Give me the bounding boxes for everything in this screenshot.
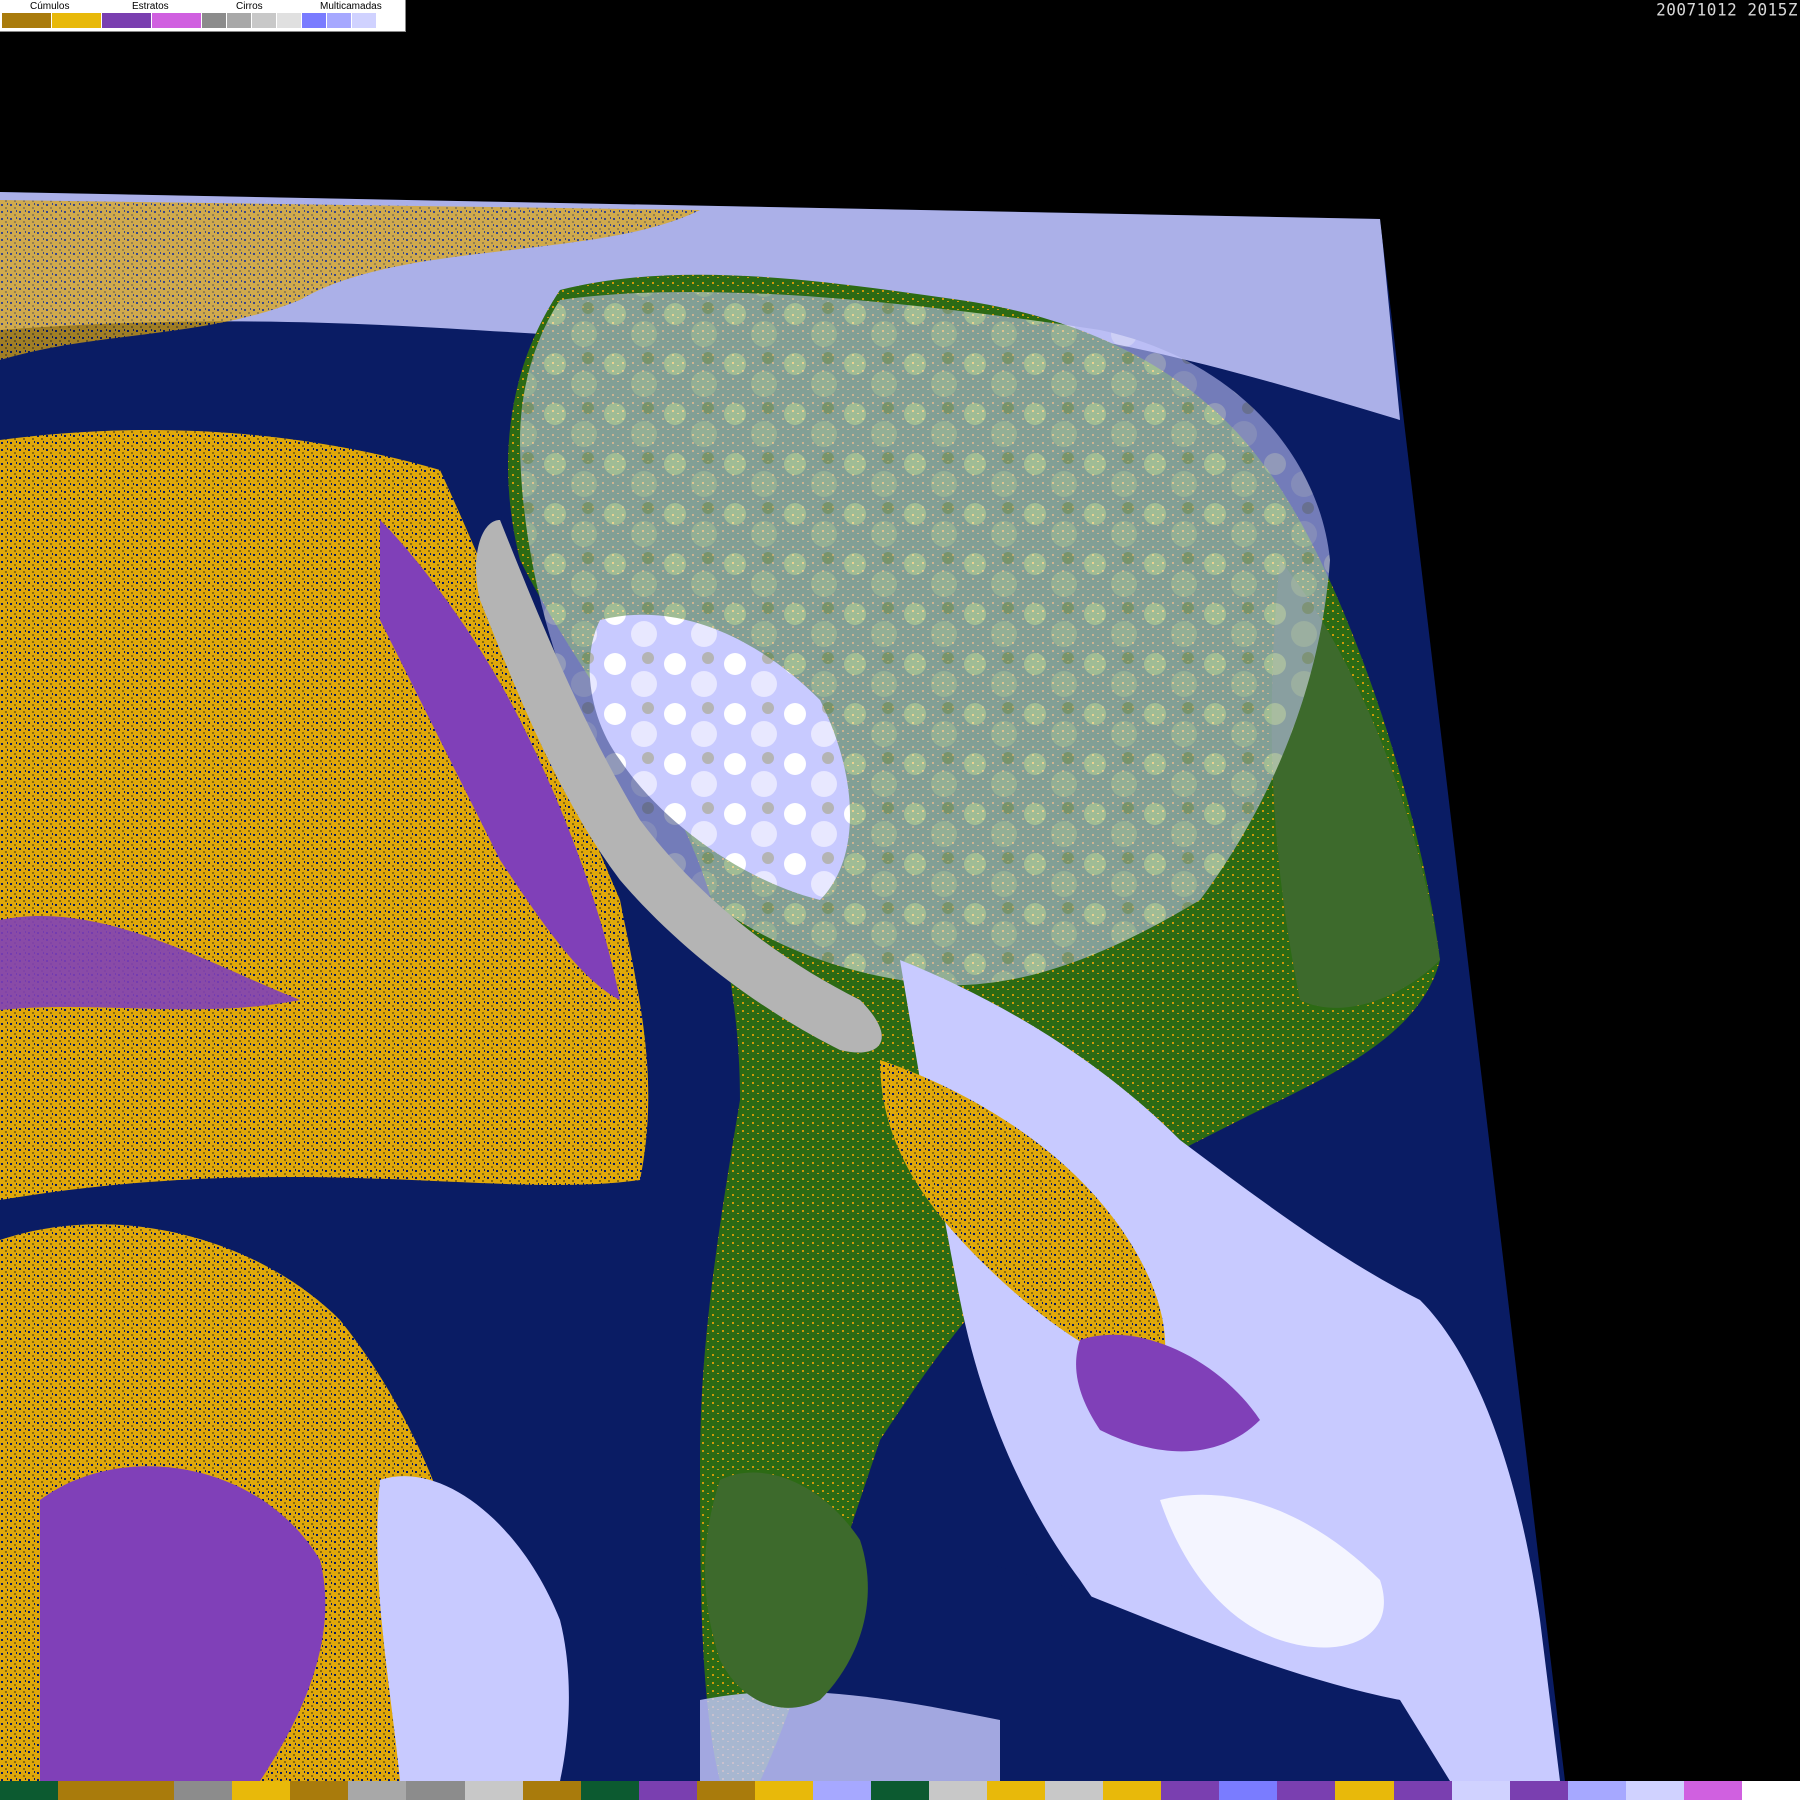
strip-color-cell	[638, 1781, 697, 1800]
strip-color-cell	[580, 1781, 639, 1800]
strip-color-cell	[1335, 1781, 1394, 1800]
strip-color-cell	[0, 1781, 59, 1800]
strip-color-cell	[1509, 1781, 1568, 1800]
satellite-cloud-classification-image	[0, 192, 1565, 1781]
strip-color-cell	[522, 1781, 581, 1800]
strip-color-cell	[58, 1781, 117, 1800]
strip-color-cell	[929, 1781, 988, 1800]
strip-color-cell	[754, 1781, 813, 1800]
strip-color-cell	[1451, 1781, 1510, 1800]
strip-color-cell	[1393, 1781, 1452, 1800]
strip-color-cell	[1625, 1781, 1684, 1800]
earth-disk	[0, 192, 1565, 1781]
strip-color-cell	[406, 1781, 465, 1800]
strip-color-cell	[1683, 1781, 1742, 1800]
strip-color-cell	[987, 1781, 1046, 1800]
strip-color-cell	[1045, 1781, 1104, 1800]
strip-color-cell	[290, 1781, 349, 1800]
strip-color-cell	[870, 1781, 929, 1800]
strip-color-cell	[1161, 1781, 1220, 1800]
strip-color-cell	[696, 1781, 755, 1800]
strip-color-cell	[1219, 1781, 1278, 1800]
strip-color-cell	[1741, 1781, 1800, 1800]
strip-color-cell	[1103, 1781, 1162, 1800]
strip-color-cell	[1277, 1781, 1336, 1800]
strip-color-cell	[464, 1781, 523, 1800]
strip-color-cell	[116, 1781, 175, 1800]
strip-color-cell	[348, 1781, 407, 1800]
strip-color-cell	[232, 1781, 291, 1800]
strip-color-cell	[812, 1781, 871, 1800]
color-calibration-strip	[0, 1781, 1800, 1800]
strip-color-cell	[1567, 1781, 1626, 1800]
strip-color-cell	[174, 1781, 233, 1800]
